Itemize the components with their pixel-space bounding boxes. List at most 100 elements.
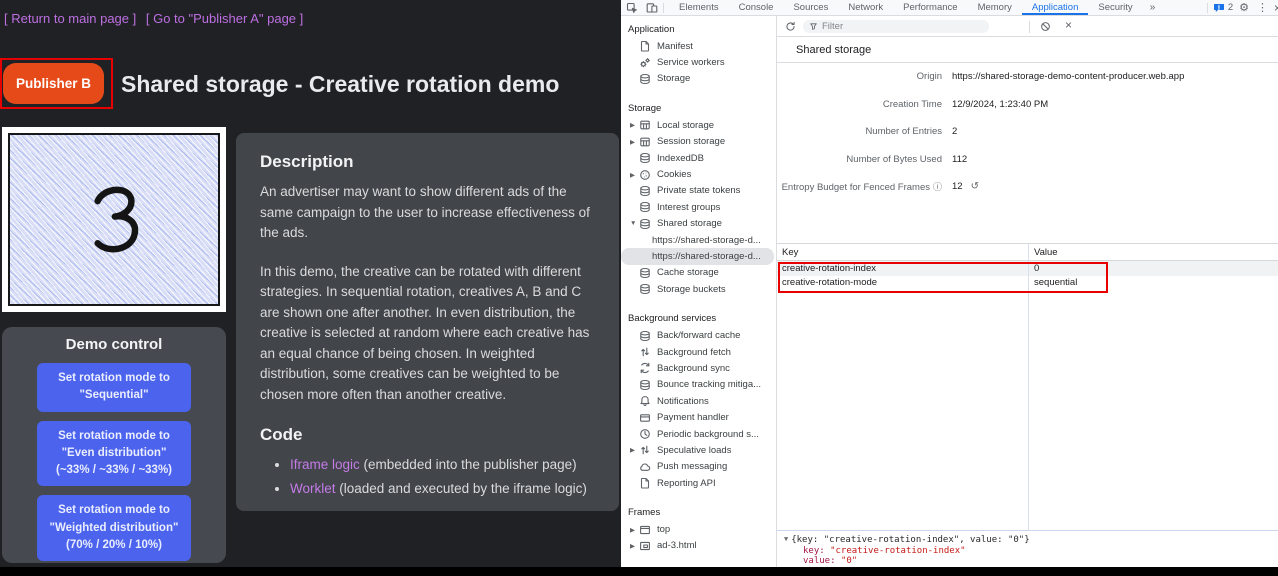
db-icon [639, 379, 651, 391]
sidebar-item-ad-3-html[interactable]: ▶ad-3.html [621, 538, 776, 554]
sidebar-item-https-shared-storage-d[interactable]: https://shared-storage-d... [621, 232, 776, 248]
sidebar-item-local-storage[interactable]: ▶Local storage [621, 117, 776, 133]
devtools-tabbar: ElementsConsoleSourcesNetworkPerformance… [621, 0, 1278, 16]
sidebar-item-interest-groups[interactable]: Interest groups [621, 199, 776, 215]
ad-creative-3 [8, 133, 220, 306]
sync-icon [639, 362, 651, 374]
sidebar-item-background-fetch[interactable]: Background fetch [621, 344, 776, 360]
expand-right-icon[interactable]: ▶ [630, 121, 639, 129]
tab-network[interactable]: Network [838, 0, 893, 15]
db-icon [639, 330, 651, 342]
tab-application[interactable]: Application [1022, 0, 1088, 15]
sidebar-header-application: Application [621, 20, 776, 38]
db-icon [639, 283, 651, 295]
value-column-header[interactable]: Value [1028, 247, 1058, 258]
sidebar-item-cache-storage[interactable]: Cache storage [621, 265, 776, 281]
sidebar-item-payment-handler[interactable]: Payment handler [621, 409, 776, 425]
go-to-publisher-a-link[interactable]: [ Go to "Publisher A" page ] [146, 11, 303, 26]
shared-storage-title: Shared storage [777, 37, 1278, 63]
return-to-main-page-link[interactable]: [ Return to main page ] [4, 11, 136, 26]
sidebar-item-cookies[interactable]: ▶Cookies [621, 166, 776, 182]
db-icon [639, 201, 651, 213]
sidebar-item-https-shared-storage-d[interactable]: https://shared-storage-d... [621, 248, 774, 264]
preview-summary[interactable]: ▼{key: "creative-rotation-index", value:… [784, 535, 1278, 546]
worklet-link[interactable]: Worklet [290, 481, 336, 496]
sidebar-item-top[interactable]: ▶top [621, 521, 776, 537]
inspect-element-icon[interactable] [626, 2, 638, 14]
cookie-icon [639, 169, 651, 181]
expand-right-icon[interactable]: ▶ [630, 526, 639, 534]
sidebar-item-background-sync[interactable]: Background sync [621, 360, 776, 376]
db-icon [639, 218, 651, 230]
close-devtools-icon[interactable]: × [1274, 1, 1278, 15]
sidebar-header-background-services: Background services [621, 309, 776, 327]
sidebar-item-speculative-loads[interactable]: ▶Speculative loads [621, 442, 776, 458]
expand-right-icon[interactable]: ▶ [630, 138, 639, 146]
expand-down-icon[interactable]: ▼ [630, 220, 639, 227]
panel-toolbar: Filter × [777, 16, 1278, 37]
sidebar-item-private-state-tokens[interactable]: Private state tokens [621, 183, 776, 199]
tab-elements[interactable]: Elements [669, 0, 729, 15]
preview-prop-key: key: "creative-rotation-index" [784, 546, 1278, 557]
sidebar-section-storage: Storage▶Local storage▶Session storageInd… [621, 99, 776, 297]
tab-performance[interactable]: Performance [893, 0, 967, 15]
reset-budget-icon[interactable]: ↺ [971, 181, 979, 192]
device-toolbar-icon[interactable] [646, 2, 658, 14]
sw-icon [639, 57, 651, 69]
db-icon [639, 185, 651, 197]
clear-all-icon[interactable] [1040, 21, 1051, 32]
expand-triangle-icon[interactable]: ▼ [784, 534, 788, 545]
preview-properties: key: "creative-rotation-index"value: "0" [784, 546, 1278, 567]
key-column-header[interactable]: Key [777, 247, 1028, 258]
filter-input[interactable]: Filter [803, 20, 989, 33]
demo-control-title: Demo control [2, 327, 226, 353]
sidebar-section-background-services: Background servicesBack/forward cacheBac… [621, 309, 776, 491]
sidebar-item-shared-storage[interactable]: ▼Shared storage [621, 216, 776, 232]
expand-right-icon[interactable]: ▶ [630, 171, 639, 179]
sidebar-item-indexeddb[interactable]: IndexedDB [621, 150, 776, 166]
expand-right-icon[interactable]: ▶ [630, 542, 639, 550]
tab-memory[interactable]: Memory [968, 0, 1022, 15]
iframe-logic-link[interactable]: Iframe logic [290, 457, 360, 472]
expand-right-icon[interactable]: ▶ [630, 446, 639, 454]
sidebar-item-storage-buckets[interactable]: Storage buckets [621, 281, 776, 297]
shared-storage-metadata: Originhttps://shared-storage-demo-conten… [777, 63, 1278, 201]
devtools-window: ElementsConsoleSourcesNetworkPerformance… [621, 0, 1278, 576]
bell-icon [639, 395, 651, 407]
demo-control-buttons: Set rotation mode to"Sequential" Set rota… [2, 363, 226, 561]
meta-row-creation-time: Creation Time12/9/2024, 1:23:40 PM [777, 91, 1278, 119]
db-icon [639, 73, 651, 85]
more-tabs-chevron[interactable]: » [1143, 2, 1163, 13]
tab-console[interactable]: Console [729, 0, 784, 15]
sidebar-item-service-workers[interactable]: Service workers [621, 54, 776, 70]
delete-selected-icon[interactable]: × [1065, 18, 1072, 32]
sidebar-item-bounce-tracking-mitiga[interactable]: Bounce tracking mitiga... [621, 377, 776, 393]
page-title: Shared storage - Creative rotation demo [121, 71, 559, 98]
page-top-links: [ Return to main page ] [ Go to "Publish… [4, 11, 309, 26]
issues-count: 2 [1228, 2, 1233, 13]
sidebar-section-application: ApplicationManifestService workersStorag… [621, 20, 776, 87]
tab-security[interactable]: Security [1088, 0, 1142, 15]
sidebar-item-session-storage[interactable]: ▶Session storage [621, 134, 776, 150]
settings-gear-icon[interactable]: ⚙ [1239, 1, 1249, 14]
issues-icon[interactable] [1213, 2, 1225, 14]
sidebar-item-manifest[interactable]: Manifest [621, 38, 776, 54]
refresh-icon[interactable] [785, 21, 796, 32]
set-sequential-button[interactable]: Set rotation mode to"Sequential" [37, 363, 191, 412]
sidebar-item-back-forward-cache[interactable]: Back/forward cache [621, 327, 776, 343]
code-bullet-iframe-logic: Iframe logic (embedded into the publishe… [290, 455, 595, 476]
more-options-icon[interactable]: ⋮ [1257, 1, 1268, 14]
table-column-divider[interactable] [1028, 244, 1029, 530]
set-weighted-distribution-button[interactable]: Set rotation mode to"Weighted distributi… [37, 495, 191, 561]
cloud-icon [639, 461, 651, 473]
info-icon[interactable]: ⓘ [933, 182, 942, 192]
devtools-body: ApplicationManifestService workersStorag… [621, 16, 1278, 576]
sidebar-item-storage[interactable]: Storage [621, 71, 776, 87]
sidebar-item-notifications[interactable]: Notifications [621, 393, 776, 409]
sidebar-item-periodic-background-s[interactable]: Periodic background s... [621, 426, 776, 442]
updown-icon [639, 346, 651, 358]
sidebar-item-reporting-api[interactable]: Reporting API [621, 475, 776, 491]
set-even-distribution-button[interactable]: Set rotation mode to"Even distribution"(… [37, 421, 191, 487]
sidebar-item-push-messaging[interactable]: Push messaging [621, 459, 776, 475]
tab-sources[interactable]: Sources [783, 0, 838, 15]
